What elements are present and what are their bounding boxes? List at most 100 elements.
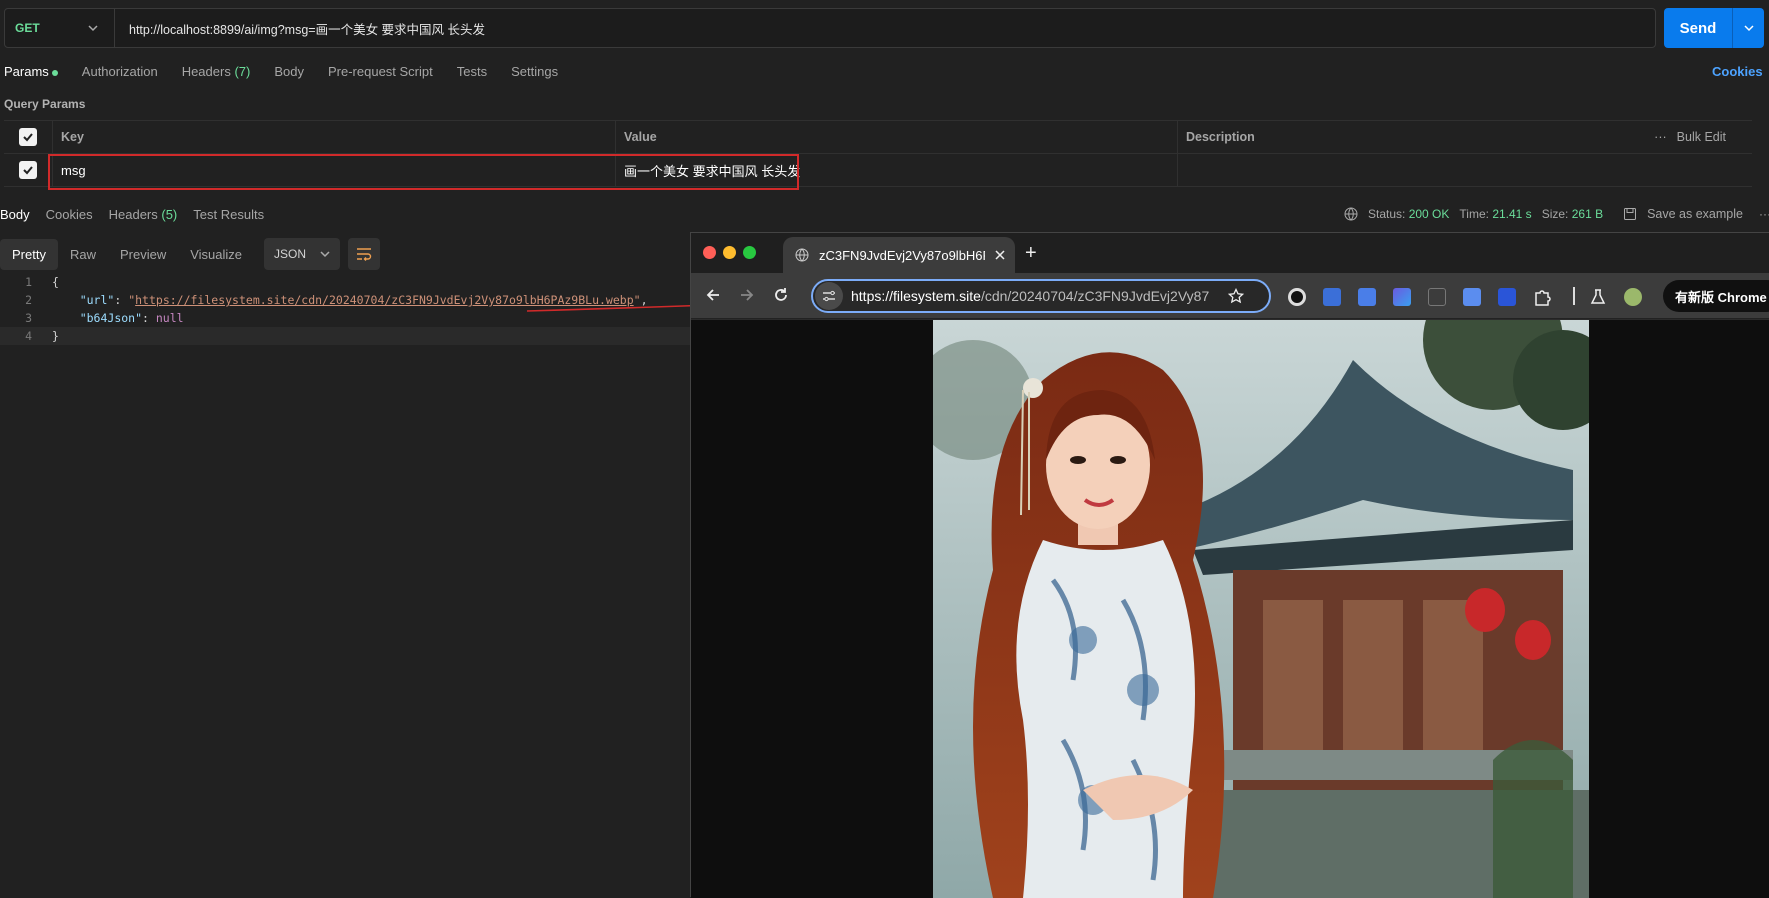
method-select[interactable]: GET xyxy=(5,9,115,47)
chrome-update-button[interactable]: 有新版 Chrome 可用 xyxy=(1663,280,1769,312)
url-input[interactable]: http://localhost:8899/ai/img?msg=画一个美女 要… xyxy=(115,19,485,38)
language-label: JSON xyxy=(274,247,307,261)
status-info: Status: 200 OK xyxy=(1368,207,1449,221)
tab-label: Headers xyxy=(108,207,158,222)
time-value: 21.41 s xyxy=(1492,207,1532,221)
tab-authorization[interactable]: Authorization xyxy=(82,64,158,79)
json-null: null xyxy=(155,311,184,325)
forward-arrow-icon[interactable] xyxy=(739,287,755,303)
headers-count: (7) xyxy=(234,64,251,79)
response-tab-cookies[interactable]: Cookies xyxy=(46,207,93,222)
reload-icon[interactable] xyxy=(773,287,789,303)
tab-headers[interactable]: Headers (7) xyxy=(182,64,251,79)
tab-settings[interactable]: Settings xyxy=(511,64,558,79)
format-visualize[interactable]: Visualize xyxy=(178,239,254,270)
code-text: } xyxy=(52,329,59,343)
wrap-lines-button[interactable] xyxy=(348,238,381,270)
wrap-lines-icon xyxy=(357,248,372,261)
globe-icon[interactable] xyxy=(1344,207,1358,221)
format-preview[interactable]: Preview xyxy=(108,239,178,270)
browser-window: zC3FN9JvdEvj2Vy87o9lbH6PAz9BLu.webp + ht… xyxy=(690,232,1769,898)
check-icon xyxy=(23,166,33,175)
format-raw[interactable]: Raw xyxy=(58,239,108,270)
screenshot-extension-icon[interactable] xyxy=(1428,288,1446,306)
chevron-down-icon xyxy=(320,251,330,258)
save-as-example-button[interactable]: Save as example xyxy=(1647,207,1743,221)
generated-image xyxy=(933,320,1589,898)
response-tabs: Body Cookies Headers (5) Test Results xyxy=(0,207,280,222)
profile-avatar[interactable] xyxy=(1624,288,1642,306)
send-button[interactable]: Send xyxy=(1664,8,1764,48)
tab-params[interactable]: Params xyxy=(4,64,58,79)
code-text: "b64Json": null xyxy=(79,311,184,325)
more-options-icon[interactable]: ··· xyxy=(1654,130,1667,144)
address-url: https://filesystem.site/cdn/20240704/zC3… xyxy=(843,288,1228,304)
send-options-button[interactable] xyxy=(1732,8,1764,48)
puzzle-extensions-icon[interactable] xyxy=(1533,288,1551,306)
code-line: 1{ xyxy=(0,273,700,291)
response-status-bar: Status: 200 OK Time: 21.41 s Size: 261 B… xyxy=(1344,207,1769,221)
chevron-down-icon xyxy=(88,25,98,32)
response-tab-headers[interactable]: Headers (5) xyxy=(109,207,178,222)
param-enabled-checkbox[interactable] xyxy=(19,161,37,179)
size-info: Size: 261 B xyxy=(1542,207,1603,221)
code-text: { xyxy=(52,275,59,289)
blue-extension-icon[interactable] xyxy=(1498,288,1516,306)
record-extension-icon[interactable] xyxy=(1288,288,1306,306)
key-column-header: Key xyxy=(52,121,615,153)
more-options-icon[interactable]: ··· xyxy=(1759,207,1769,221)
address-bar[interactable]: https://filesystem.site/cdn/20240704/zC3… xyxy=(811,279,1271,313)
param-description-input[interactable] xyxy=(1177,154,1752,186)
send-label: Send xyxy=(1679,19,1717,37)
format-pretty[interactable]: Pretty xyxy=(0,238,58,270)
description-column-header: Description xyxy=(1177,121,1657,153)
size-value: 261 B xyxy=(1571,207,1604,221)
tab-body[interactable]: Body xyxy=(274,64,304,79)
new-tab-plus-icon[interactable]: + xyxy=(1025,242,1037,265)
translate-extension-icon[interactable] xyxy=(1323,288,1341,306)
jh-extension-icon[interactable] xyxy=(1358,288,1376,306)
bookmark-star-icon[interactable] xyxy=(1228,288,1244,304)
tab-label: Params xyxy=(4,64,49,79)
browser-viewport xyxy=(691,320,1769,898)
cookies-link[interactable]: Cookies xyxy=(1712,64,1763,79)
tab-tests[interactable]: Tests xyxy=(457,64,487,79)
maximize-window-button[interactable] xyxy=(743,246,756,259)
request-tabs: Params Authorization Headers (7) Body Pr… xyxy=(4,64,582,79)
select-all-cell xyxy=(4,121,52,153)
gradient-extension-icon[interactable] xyxy=(1393,288,1411,306)
bulk-edit-button[interactable]: Bulk Edit xyxy=(1677,130,1726,144)
json-key: "url" xyxy=(79,293,115,307)
line-number: 1 xyxy=(25,275,32,289)
time-info: Time: 21.41 s xyxy=(1459,207,1531,221)
browser-tab[interactable]: zC3FN9JvdEvj2Vy87o9lbH6PAz9BLu.webp xyxy=(783,237,1015,273)
params-active-dot xyxy=(51,69,58,76)
response-tab-body[interactable]: Body xyxy=(0,207,30,222)
save-icon xyxy=(1624,208,1637,220)
site-info-icon[interactable] xyxy=(815,282,843,310)
select-all-checkbox[interactable] xyxy=(19,128,37,146)
browser-toolbar: https://filesystem.site/cdn/20240704/zC3… xyxy=(691,273,1769,319)
browser-tabstrip: zC3FN9JvdEvj2Vy87o9lbH6PAz9BLu.webp + xyxy=(691,233,1769,273)
back-arrow-icon[interactable] xyxy=(705,287,721,303)
response-tab-test-results[interactable]: Test Results xyxy=(193,207,264,222)
minimize-window-button[interactable] xyxy=(723,246,736,259)
close-icon[interactable] xyxy=(995,250,1005,260)
flask-icon[interactable] xyxy=(1589,288,1607,306)
tab-pre-request-script[interactable]: Pre-request Script xyxy=(328,64,433,79)
row-check-cell xyxy=(4,154,52,186)
response-headers-count: (5) xyxy=(161,207,178,222)
clipboard-extension-icon[interactable] xyxy=(1463,288,1481,306)
close-window-button[interactable] xyxy=(703,246,716,259)
query-params-title: Query Params xyxy=(4,97,86,111)
language-select[interactable]: JSON xyxy=(264,238,341,270)
format-bar: Pretty Raw Preview Visualize JSON xyxy=(0,238,381,270)
tab-label: Headers xyxy=(181,64,231,79)
time-label: Time: xyxy=(1459,207,1489,221)
url-host: https://filesystem.site xyxy=(851,288,981,304)
url-path: /cdn/20240704/zC3FN9JvdEvj2Vy87 xyxy=(980,288,1210,304)
highlight-annotation-box xyxy=(48,154,799,190)
status-label: Status: xyxy=(1368,207,1406,221)
line-number: 3 xyxy=(25,311,32,325)
check-icon xyxy=(23,133,33,142)
